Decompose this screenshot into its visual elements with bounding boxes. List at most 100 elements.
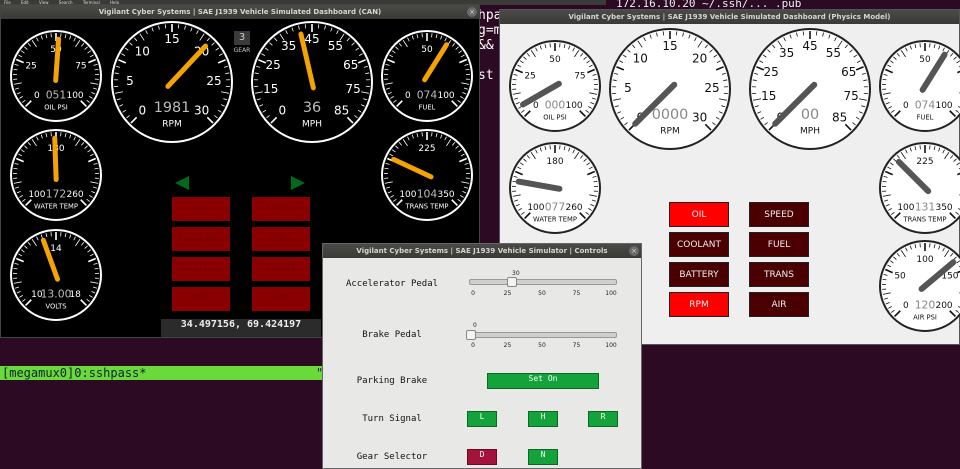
phys-ind-fuel: FUEL (749, 232, 809, 257)
gauge-label: FUEL (917, 113, 934, 121)
gauge-tick-label: 0 (278, 104, 286, 118)
gear-label: GEAR (233, 47, 251, 54)
gauge-readout: 104 (417, 188, 438, 201)
phys-ind-oil: OIL (669, 202, 729, 227)
gauge-label: MPH (800, 126, 820, 136)
tmux-session: [megamux0]0:sshpass* (2, 366, 147, 380)
gauge-tick-label: 75 (574, 72, 585, 82)
gauge-tick-label: 100 (935, 101, 952, 111)
gauge-tick-label: 50 (421, 45, 433, 55)
gauge-readout: 36 (303, 100, 321, 116)
gauge-tick-label: 0 (34, 91, 40, 101)
gauge-tick-label: 350 (935, 203, 952, 213)
can-ind-coolant: COOLANT (172, 227, 230, 251)
controls-window-title[interactable]: Vigilant Cyber Systems | SAE J1939 Vehic… (323, 244, 641, 258)
gauge-trans: 100 225 350131TRANS TEMP (879, 142, 960, 234)
gauge-tick-label: 225 (418, 144, 435, 154)
right-turn-arrow-icon (291, 176, 305, 190)
close-icon[interactable]: × (629, 246, 639, 256)
gauge-tick-label: 85 (832, 111, 847, 125)
can-window-title[interactable]: Vigilant Cyber Systems | SAE J1939 Vehic… (1, 5, 479, 19)
accelerator-slider[interactable] (469, 279, 617, 285)
gauge-label: MPH (302, 119, 322, 129)
gauge-tick-label: 35 (281, 39, 296, 53)
tick-label: 75 (572, 342, 581, 349)
gauge-fuel: 0 50 100074FUEL (879, 40, 960, 132)
gauge-mph: 015 2535 45 5565 75 85 36 MPH (251, 21, 373, 143)
gauge-tick-label: 0 (138, 104, 146, 118)
gauge-fuel: 0 50 100074FUEL (381, 30, 473, 122)
gear-neutral-button[interactable]: N (528, 449, 558, 465)
gauge-oil: 0 25 50 75 100000OIL PSI (509, 40, 601, 132)
gauge-readout: 000 (545, 99, 566, 112)
gauge-tick-label: 100 (565, 101, 582, 111)
brake-slider-thumb[interactable] (466, 330, 476, 340)
gps-coordinates: 34.497156, 69.424197 (161, 319, 321, 337)
gauge-needle (53, 36, 62, 83)
gauge-tick-label: 100 (28, 190, 45, 200)
gauge-tick-label: 350 (437, 190, 454, 200)
gauge-oil: 0255075100051OIL PSI (10, 30, 102, 122)
gauge-readout: 051 (46, 89, 67, 102)
tick-label: 50 (538, 342, 546, 349)
gauge-tick-label: 10 (135, 44, 150, 58)
can-ind-speed: SPEED (252, 197, 310, 221)
gauge-tick-label: 25 (25, 62, 36, 72)
hazard-button[interactable]: H (528, 411, 558, 427)
gauge-tick-label: 55 (328, 39, 343, 53)
gauge-rpm: 0510152025301981RPM (111, 21, 233, 143)
gauge-tick-label: 45 (304, 32, 319, 46)
gauge-tick-label: 75 (346, 82, 361, 96)
can-ind-air: AIR (252, 287, 310, 311)
gauge-tick-label: 15 (164, 32, 179, 46)
controls-window[interactable]: Vigilant Cyber Systems | SAE J1939 Vehic… (322, 243, 642, 469)
phys-window-title[interactable]: Vigilant Cyber Systems | SAE J1939 Vehic… (500, 10, 959, 24)
turn-right-button[interactable]: R (588, 411, 618, 427)
tick-label: 100 (605, 290, 617, 297)
gauge-tick-label: 45 (802, 39, 817, 53)
gauge-tick-label: 0 (405, 91, 411, 101)
phys-ind-rpm: RPM (669, 292, 729, 317)
gauge-label: VOLTS (45, 302, 66, 310)
gauge-tick-label: 100 (897, 203, 914, 213)
turn-left-button[interactable]: L (467, 411, 497, 427)
phys-ind-trans: TRANS (749, 262, 809, 287)
gauge-tick-label: 100 (66, 91, 83, 101)
tick-label: 0 (471, 342, 475, 349)
gauge-readout: 13.00 (41, 288, 72, 301)
gauge-tick-label: 0 (903, 301, 909, 311)
gear-drive-button[interactable]: D (467, 449, 497, 465)
gauge-air: 050100150200120AIR PSI (879, 240, 960, 332)
gear-selector-label: Gear Selector (356, 452, 428, 462)
gauge-water: 100180260172WATER TEMP (10, 129, 102, 221)
gauge-tick-label: 50 (549, 55, 561, 65)
gauge-tick-label: 100 (437, 91, 454, 101)
gauge-tick-label: 15 (662, 39, 677, 53)
gauge-tick-label: 85 (334, 104, 349, 118)
gauge-readout: 00 (801, 107, 819, 123)
gauge-tick-label: 75 (75, 62, 86, 72)
tick-label: 100 (605, 342, 617, 349)
gauge-tick-label: 15 (761, 89, 776, 103)
gauge-tick-label: 5 (126, 74, 134, 88)
gauge-readout: 120 (915, 299, 936, 312)
gauge-tick-label: 225 (916, 157, 933, 167)
parking-brake-button[interactable]: Set On (487, 373, 599, 389)
phys-ind-coolant: COOLANT (669, 232, 729, 257)
gauge-tick-label: 100 (916, 255, 933, 265)
brake-slider[interactable] (469, 332, 617, 338)
close-icon[interactable]: × (467, 7, 477, 17)
gauge-readout: 131 (915, 201, 936, 214)
gauge-rpm: 0510152025300000RPM (609, 28, 731, 150)
tmux-status-bar: [megamux0]0:sshpass* " (0, 366, 324, 380)
gauge-tick-label: 25 (764, 65, 779, 79)
can-ind-battery: BATTERY (172, 257, 230, 281)
accelerator-label: Accelerator Pedal (345, 279, 439, 289)
accelerator-slider-thumb[interactable] (507, 277, 518, 287)
phys-ind-battery: BATTERY (669, 262, 729, 287)
gauge-label: RPM (162, 119, 181, 129)
gauge-label: FUEL (419, 103, 436, 111)
gauge-tick-label: 30 (692, 111, 707, 125)
gauge-tick-label: 10 (633, 51, 648, 65)
gauge-label: OIL PSI (543, 113, 567, 121)
